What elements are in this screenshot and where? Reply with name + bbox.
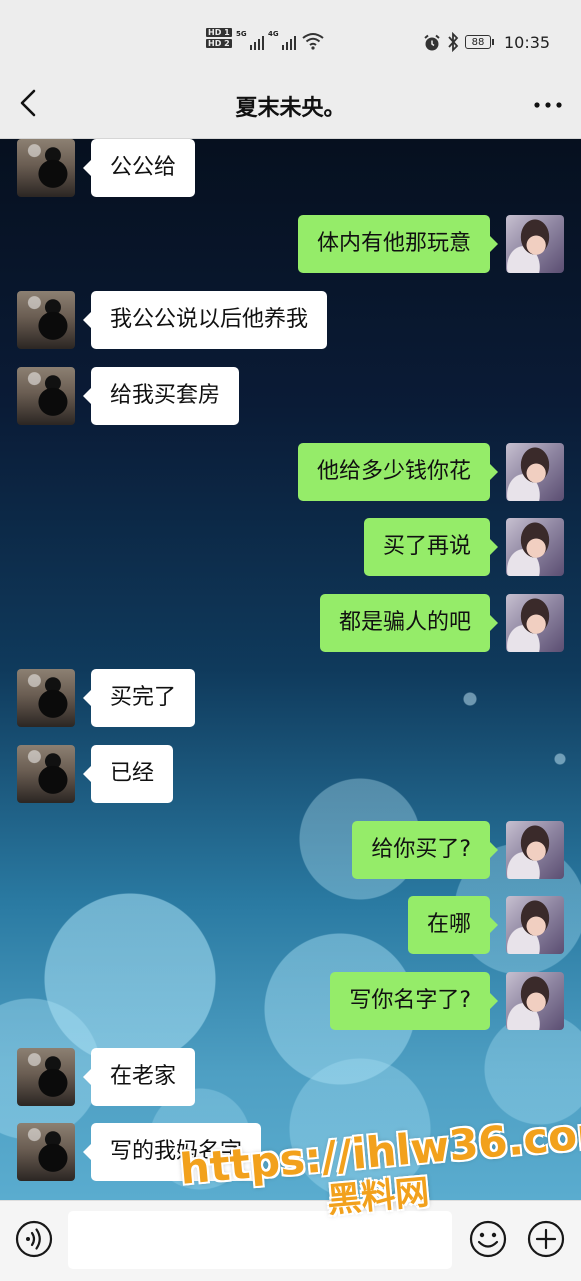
contact-avatar[interactable] bbox=[17, 669, 75, 727]
network-4g-label: 4G bbox=[268, 30, 279, 38]
my-avatar[interactable] bbox=[506, 972, 564, 1030]
network-5g-label: 5G bbox=[236, 30, 247, 38]
hd1-label: HD 1 bbox=[206, 28, 232, 37]
voice-input-icon[interactable] bbox=[14, 1219, 54, 1259]
outgoing-message-bubble[interactable]: 他给多少钱你花 bbox=[297, 443, 499, 501]
alarm-icon bbox=[424, 34, 440, 51]
message-row-outgoing: 给你买了? bbox=[0, 821, 581, 881]
message-row-incoming: 已经 bbox=[0, 745, 581, 805]
message-row-outgoing: 都是骗人的吧 bbox=[0, 594, 581, 654]
contact-avatar[interactable] bbox=[17, 1048, 75, 1106]
signal-4g-icon: 4G bbox=[268, 30, 296, 50]
outgoing-message-bubble[interactable]: 都是骗人的吧 bbox=[319, 594, 499, 652]
message-row-outgoing: 他给多少钱你花 bbox=[0, 443, 581, 503]
contact-avatar[interactable] bbox=[17, 1123, 75, 1181]
outgoing-message-bubble[interactable]: 在哪 bbox=[407, 896, 499, 954]
clock: 10:35 bbox=[504, 33, 551, 52]
my-avatar[interactable] bbox=[506, 896, 564, 954]
incoming-message-bubble[interactable]: 在老家 bbox=[82, 1048, 196, 1106]
wifi-icon bbox=[302, 33, 324, 50]
chat-title: 夏末未央。 bbox=[235, 96, 346, 121]
message-row-outgoing: 体内有他那玩意 bbox=[0, 215, 581, 275]
outgoing-message-bubble[interactable]: 体内有他那玩意 bbox=[297, 215, 499, 273]
message-row-incoming: 买完了 bbox=[0, 669, 581, 729]
contact-avatar[interactable] bbox=[17, 139, 75, 197]
message-input[interactable] bbox=[68, 1211, 452, 1269]
outgoing-message-bubble[interactable]: 写你名字了? bbox=[330, 972, 498, 1030]
my-avatar[interactable] bbox=[506, 518, 564, 576]
more-options-icon[interactable] bbox=[533, 98, 563, 112]
emoji-icon[interactable] bbox=[468, 1219, 508, 1259]
contact-avatar[interactable] bbox=[17, 367, 75, 425]
incoming-message-bubble[interactable]: 我公公说以后他养我 bbox=[82, 291, 328, 349]
my-avatar[interactable] bbox=[506, 594, 564, 652]
message-row-incoming: 公公给 bbox=[0, 139, 581, 199]
message-row-outgoing: 在哪 bbox=[0, 896, 581, 956]
hd2-label: HD 2 bbox=[206, 39, 232, 48]
input-bar bbox=[0, 1200, 581, 1281]
contact-avatar[interactable] bbox=[17, 291, 75, 349]
message-row-incoming: 写的我妈名字 bbox=[0, 1123, 581, 1183]
chat-header: 夏末未央。 bbox=[0, 70, 581, 139]
incoming-message-bubble[interactable]: 给我买套房 bbox=[82, 367, 240, 425]
message-row-incoming: 我公公说以后他养我 bbox=[0, 291, 581, 351]
message-row-outgoing: 买了再说 bbox=[0, 518, 581, 578]
plus-icon[interactable] bbox=[526, 1219, 566, 1259]
my-avatar[interactable] bbox=[506, 821, 564, 879]
outgoing-message-bubble[interactable]: 买了再说 bbox=[363, 518, 499, 576]
message-list[interactable]: 公公给 体内有他那玩意 我公公说以后他养我 给我买套房 他给多少钱你花 买了再说… bbox=[0, 139, 581, 1200]
incoming-message-bubble[interactable]: 已经 bbox=[82, 745, 174, 803]
incoming-message-bubble[interactable]: 买完了 bbox=[82, 669, 196, 727]
incoming-message-bubble[interactable]: 写的我妈名字 bbox=[82, 1123, 262, 1181]
bluetooth-icon bbox=[448, 32, 459, 52]
contact-avatar[interactable] bbox=[17, 745, 75, 803]
outgoing-message-bubble[interactable]: 给你买了? bbox=[352, 821, 498, 879]
status-bar: HD 1 HD 2 5G 4G 88 10:35 bbox=[0, 0, 581, 70]
battery-icon: 88 bbox=[465, 35, 494, 49]
message-row-outgoing: 写你名字了? bbox=[0, 972, 581, 1032]
message-row-incoming: 给我买套房 bbox=[0, 367, 581, 427]
my-avatar[interactable] bbox=[506, 215, 564, 273]
my-avatar[interactable] bbox=[506, 443, 564, 501]
incoming-message-bubble[interactable]: 公公给 bbox=[82, 139, 196, 197]
hd-indicator: HD 1 HD 2 bbox=[206, 28, 232, 50]
message-row-incoming: 在老家 bbox=[0, 1048, 581, 1108]
signal-5g-icon: 5G bbox=[236, 30, 264, 50]
